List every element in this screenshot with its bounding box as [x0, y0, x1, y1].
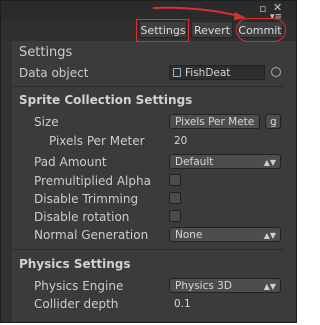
commit-highlight: [236, 18, 286, 42]
disable-rotation-checkbox[interactable]: [169, 210, 181, 222]
pad-amount-value: Default: [175, 156, 214, 168]
premultiplied-alpha-label: Premultiplied Alpha: [34, 174, 151, 188]
chevron-down-icon: ▲▼: [263, 282, 276, 291]
annotation-arrow-icon: [152, 6, 246, 20]
object-icon: [173, 68, 181, 77]
size-value: Pixels Per Mete: [175, 116, 255, 128]
chevron-down-icon: ▲▼: [263, 158, 276, 167]
divider: [13, 86, 284, 87]
physics-section-title: Physics Settings: [19, 257, 131, 271]
pad-amount-dropdown[interactable]: Default ▲▼: [169, 154, 281, 169]
premultiplied-alpha-checkbox[interactable]: [169, 174, 181, 186]
disable-trimming-label: Disable Trimming: [34, 192, 139, 206]
minimize-icon[interactable]: ▫: [259, 3, 266, 14]
data-object-field[interactable]: FishDeat: [169, 65, 265, 80]
data-object-label: Data object: [19, 66, 89, 80]
disable-trimming-checkbox[interactable]: [169, 192, 181, 204]
size-extra-button[interactable]: g: [265, 114, 281, 129]
ppm-label: Pixels Per Meter: [49, 134, 145, 148]
sprite-section-title: Sprite Collection Settings: [19, 93, 193, 107]
normal-generation-value: None: [175, 229, 203, 241]
object-picker-icon[interactable]: [271, 67, 281, 77]
pad-amount-label: Pad Amount: [34, 155, 107, 169]
size-label: Size: [34, 115, 59, 129]
physics-engine-label: Physics Engine: [34, 279, 124, 293]
revert-button[interactable]: Revert: [191, 21, 233, 38]
collider-depth-label: Collider depth: [34, 297, 119, 311]
physics-engine-dropdown[interactable]: Physics 3D ▲▼: [169, 278, 281, 293]
page-title: Settings: [19, 45, 73, 60]
settings-highlight: [136, 19, 189, 42]
left-gutter: [1, 41, 12, 322]
normal-generation-dropdown[interactable]: None ▲▼: [169, 227, 281, 242]
size-dropdown[interactable]: Pixels Per Mete: [169, 114, 260, 129]
inspector-panel: ▫ ✕ ▾≡ Settings Revert Commit Settings D…: [0, 0, 297, 323]
data-object-value: FishDeat: [185, 67, 231, 79]
divider: [13, 249, 284, 250]
collider-depth-input[interactable]: 0.1: [169, 296, 281, 311]
disable-rotation-label: Disable rotation: [34, 210, 130, 224]
chevron-down-icon: ▲▼: [263, 231, 276, 240]
ppm-input[interactable]: 20: [169, 133, 281, 148]
physics-engine-value: Physics 3D: [175, 280, 232, 292]
title-bar: ▫ ✕ ▾≡: [1, 1, 296, 22]
normal-generation-label: Normal Generation: [34, 228, 149, 242]
